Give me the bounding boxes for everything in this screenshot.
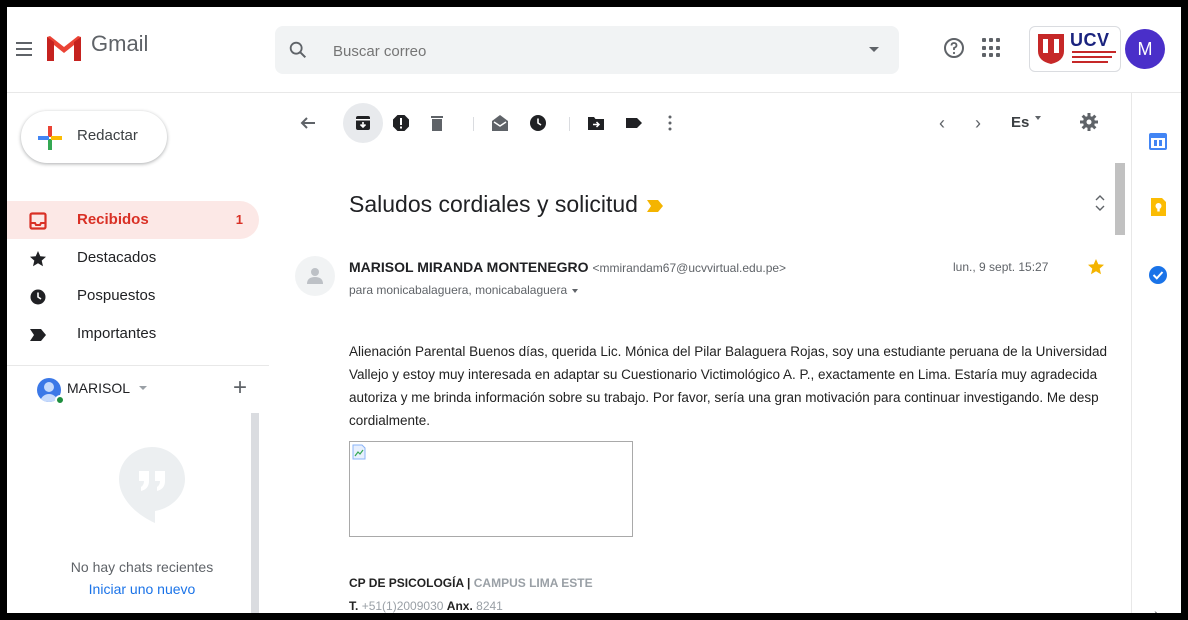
sidebar-item-snoozed[interactable]: Pospuestos bbox=[7, 277, 259, 315]
expand-all-icon[interactable] bbox=[1093, 191, 1107, 215]
toolbar-divider bbox=[569, 117, 570, 131]
organization-logo[interactable]: UCV bbox=[1029, 26, 1121, 72]
message-toolbar: ‹ › Es bbox=[275, 93, 1131, 153]
apps-grid-icon[interactable] bbox=[982, 38, 1002, 58]
move-to-icon[interactable] bbox=[587, 114, 605, 132]
sidebar-item-label: Destacados bbox=[77, 249, 157, 266]
message-scrollbar[interactable] bbox=[1115, 163, 1125, 235]
logo-line bbox=[1072, 61, 1108, 63]
no-chats-text: No hay chats recientes bbox=[70, 559, 214, 575]
signature-separator: | bbox=[467, 576, 471, 590]
compose-label: Redactar bbox=[77, 127, 138, 144]
unread-count: 1 bbox=[235, 212, 243, 227]
search-input[interactable] bbox=[333, 39, 833, 63]
more-icon[interactable] bbox=[661, 114, 679, 132]
new-chat-plus-icon[interactable]: + bbox=[233, 374, 247, 402]
sidebar-item-label: Pospuestos bbox=[77, 287, 156, 304]
signature-campus: CAMPUS LIMA ESTE bbox=[473, 576, 593, 590]
side-panel: › bbox=[1131, 93, 1181, 613]
keep-icon[interactable] bbox=[1148, 197, 1168, 217]
sender-name[interactable]: MARISOL MIRANDA MONTENEGRO bbox=[349, 259, 589, 275]
gear-icon[interactable] bbox=[1079, 112, 1099, 132]
extension-number: 8241 bbox=[476, 599, 503, 613]
sidebar-scrollbar[interactable] bbox=[251, 413, 259, 613]
phone-number: +51(1)2009030 bbox=[361, 599, 444, 613]
tasks-icon[interactable] bbox=[1148, 265, 1168, 285]
star-icon[interactable] bbox=[1087, 258, 1105, 276]
email-body: Alienación Parental Buenos días, querida… bbox=[349, 340, 1129, 432]
gmail-title[interactable]: Gmail bbox=[91, 31, 148, 57]
body-line: autoriza y me brinda información sobre s… bbox=[349, 390, 1099, 405]
recipients[interactable]: para monicabalaguera, monicabalaguera bbox=[349, 283, 579, 297]
report-spam-icon[interactable] bbox=[392, 114, 410, 132]
broken-image bbox=[349, 441, 633, 537]
account-avatar[interactable]: M bbox=[1125, 29, 1165, 69]
broken-image-icon bbox=[352, 444, 366, 460]
input-language-selector[interactable]: Es bbox=[1011, 114, 1029, 131]
recipients-text: para monicabalaguera, monicabalaguera bbox=[349, 283, 568, 297]
compose-plus-icon bbox=[38, 126, 62, 150]
top-header: Gmail UCV M bbox=[7, 7, 1181, 93]
extension-label: Anx. bbox=[446, 599, 473, 613]
email-subject: Saludos cordiales y solicitud bbox=[349, 191, 638, 217]
labels-icon[interactable] bbox=[625, 114, 643, 132]
chevron-down-icon[interactable] bbox=[1035, 116, 1041, 120]
mark-unread-icon[interactable] bbox=[491, 114, 509, 132]
snooze-icon[interactable] bbox=[529, 114, 547, 132]
sender[interactable]: MARISOL MIRANDA MONTENEGRO <mmirandam67@… bbox=[349, 259, 786, 275]
sender-email: <mmirandam67@ucvvirtual.edu.pe> bbox=[592, 261, 787, 275]
sender-avatar[interactable] bbox=[295, 256, 335, 296]
sidebar-item-label: Importantes bbox=[77, 325, 157, 342]
sidebar-item-starred[interactable]: Destacados bbox=[7, 239, 259, 277]
message-view: ‹ › Es Saludos cordiales y solicitud MAR… bbox=[275, 93, 1131, 613]
older-message-icon[interactable]: › bbox=[975, 113, 981, 134]
important-icon bbox=[30, 329, 46, 341]
chevron-down-icon[interactable] bbox=[572, 288, 579, 293]
search-bar[interactable] bbox=[275, 26, 899, 74]
star-icon bbox=[30, 251, 46, 267]
signature-line-2: T. +51(1)2009030 Anx. 8241 bbox=[349, 599, 503, 613]
search-icon[interactable] bbox=[287, 39, 309, 61]
sidebar-item-inbox[interactable]: Recibidos 1 bbox=[7, 201, 259, 239]
ucv-logo-text: UCV bbox=[1070, 30, 1110, 50]
logo-line bbox=[1072, 56, 1112, 58]
sidebar-item-important[interactable]: Importantes bbox=[7, 315, 259, 353]
main-menu-icon[interactable] bbox=[11, 36, 37, 62]
expand-panel-icon[interactable]: › bbox=[1154, 605, 1159, 613]
ucv-shield-icon bbox=[1038, 34, 1064, 64]
hangouts-user[interactable]: MARISOL + bbox=[7, 365, 269, 409]
body-line: Vallejo y estoy muy interesada en adapta… bbox=[349, 367, 1098, 382]
chevron-down-icon[interactable] bbox=[139, 386, 147, 390]
online-status-icon bbox=[55, 395, 65, 405]
sidebar: Redactar Recibidos 1 Destacados Pospuest… bbox=[7, 93, 269, 613]
chat-bubble-icon bbox=[119, 447, 185, 523]
clock-icon bbox=[30, 289, 46, 305]
person-icon bbox=[307, 268, 323, 284]
important-marker-icon[interactable] bbox=[646, 199, 664, 213]
logo-line bbox=[1072, 51, 1116, 53]
nav-list: Recibidos 1 Destacados Pospuestos Import… bbox=[7, 201, 269, 353]
compose-button[interactable]: Redactar bbox=[21, 111, 167, 163]
archive-icon[interactable] bbox=[354, 114, 372, 132]
gmail-logo-icon[interactable] bbox=[45, 33, 83, 63]
help-icon[interactable] bbox=[942, 36, 966, 60]
chat-panel: No hay chats recientes Iniciar uno nuevo bbox=[35, 413, 249, 613]
start-new-chat-link[interactable]: Iniciar uno nuevo bbox=[35, 581, 249, 597]
sidebar-item-label: Recibidos bbox=[77, 211, 149, 228]
message-date: lun., 9 sept. 15:27 bbox=[953, 260, 1049, 274]
search-options-icon[interactable] bbox=[869, 47, 879, 52]
delete-icon[interactable] bbox=[428, 114, 446, 132]
body-line: cordialmente. bbox=[349, 413, 431, 428]
toolbar-divider bbox=[473, 117, 474, 131]
back-arrow-icon[interactable] bbox=[299, 114, 317, 132]
signature-line-1: CP DE PSICOLOGÍA | CAMPUS LIMA ESTE bbox=[349, 576, 593, 590]
body-line: Alienación Parental Buenos días, querida… bbox=[349, 344, 1107, 359]
calendar-icon[interactable] bbox=[1148, 131, 1168, 151]
phone-label: T. bbox=[349, 599, 359, 613]
signature-department: CP DE PSICOLOGÍA bbox=[349, 576, 464, 590]
inbox-icon bbox=[29, 212, 47, 230]
hangouts-user-name[interactable]: MARISOL bbox=[67, 380, 130, 396]
gmail-window: Gmail UCV M bbox=[7, 7, 1181, 613]
newer-message-icon[interactable]: ‹ bbox=[939, 113, 945, 134]
